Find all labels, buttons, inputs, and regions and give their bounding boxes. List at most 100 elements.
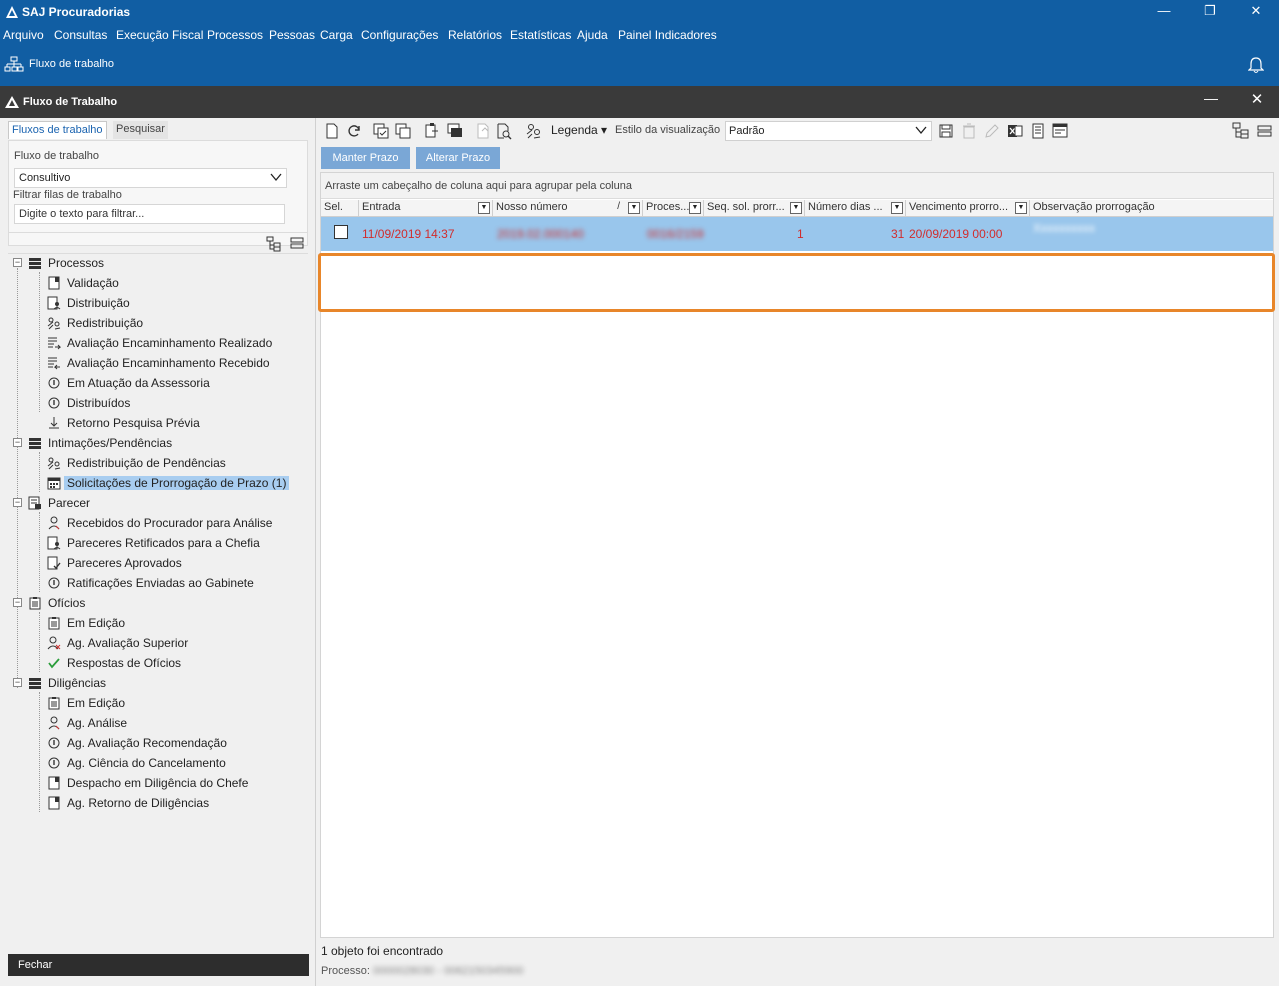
inner-window-title: Fluxo de Trabalho (23, 96, 118, 108)
refresh-icon[interactable] (345, 122, 363, 140)
tree-node-label: Solicitações de Prorrogação de Prazo (1) (64, 476, 290, 490)
copy-icon[interactable] (394, 122, 412, 140)
filter-dropdown-icon[interactable]: ▼ (891, 202, 903, 214)
delete-disabled-icon[interactable] (960, 122, 978, 140)
clipboard-icon (29, 597, 41, 610)
inner-minimize-button[interactable]: — (1198, 90, 1224, 112)
people-swap-icon[interactable] (525, 122, 543, 140)
tree-node-label: Avaliação Encaminhamento Realizado (67, 336, 273, 350)
tree-node-label: Ag. Ciência do Cancelamento (67, 756, 226, 770)
tree-node-label: Avaliação Encaminhamento Recebido (67, 356, 270, 370)
checkmark-icon (48, 658, 60, 669)
maximize-button[interactable]: ❐ (1187, 0, 1233, 24)
excel-export-icon[interactable] (1006, 122, 1024, 140)
menu-carga[interactable]: Carga (320, 28, 353, 42)
alterar-prazo-button[interactable]: Alterar Prazo (416, 147, 500, 169)
filter-dropdown-icon[interactable]: ▼ (478, 202, 490, 214)
right-panel: Legenda ▾ Estilo da visualização Padrão … (317, 118, 1279, 986)
tab-pesquisar[interactable]: Pesquisar (113, 121, 168, 139)
menu-relatorios[interactable]: Relatórios (448, 28, 502, 42)
person-icon (48, 516, 60, 530)
column-header-entrada[interactable]: Entrada ▼ (359, 200, 493, 217)
column-header-processo[interactable]: Proces... ▼ (643, 200, 704, 217)
column-header-sel[interactable]: Sel. (321, 200, 359, 217)
duplicate-icon[interactable] (423, 122, 441, 140)
collapse-toggle[interactable]: − (13, 258, 22, 267)
tree-node-label: Retorno Pesquisa Prévia (67, 416, 200, 430)
collapse-tree-icon[interactable] (290, 236, 304, 250)
cell-numero-dias: 31 (891, 227, 905, 241)
column-header-vencimento[interactable]: Vencimento prorro... ▼ (906, 200, 1030, 217)
save-icon[interactable] (937, 122, 955, 140)
tree-node-label: Ag. Avaliação Superior (67, 636, 189, 650)
column-header-observacao[interactable]: Observação prorrogação (1030, 200, 1273, 217)
calendar-icon (47, 477, 61, 490)
report-icon[interactable] (1029, 122, 1047, 140)
menu-execucao-fiscal[interactable]: Execução Fiscal (116, 28, 203, 42)
style-select-value: Padrão (729, 125, 765, 137)
legend-dropdown[interactable]: Legenda ▾ (551, 123, 607, 137)
menu-pessoas[interactable]: Pessoas (269, 28, 315, 42)
tab-fluxos[interactable]: Fluxos de trabalho (8, 121, 107, 139)
chevron-down-icon (915, 126, 927, 135)
workflow-icon[interactable] (4, 56, 24, 74)
filter-dropdown-icon[interactable]: ▼ (790, 202, 802, 214)
highlighted-empty-row[interactable] (318, 253, 1275, 312)
filter-dropdown-icon[interactable]: ▼ (1015, 202, 1027, 214)
people-swap-icon (47, 317, 61, 330)
column-header-seq[interactable]: Seq. sol. prorr... ▼ (704, 200, 805, 217)
filter-dropdown-icon[interactable]: ▼ (628, 202, 640, 214)
new-document-icon[interactable] (323, 122, 341, 140)
column-header-nosso-numero[interactable]: Nosso número / ▼ (493, 200, 643, 217)
tree-node-label: Parecer (48, 496, 91, 510)
manter-prazo-button[interactable]: Manter Prazo (321, 147, 410, 169)
bell-icon[interactable] (1248, 56, 1264, 74)
tree-connector (39, 452, 40, 492)
tree-node-label: Redistribuição (67, 316, 144, 330)
row-checkbox[interactable] (334, 225, 348, 239)
menu-painel-indicadores[interactable]: Painel Indicadores (618, 28, 717, 42)
cell-vencimento: 20/09/2019 00:00 (909, 227, 1003, 241)
workflow-label[interactable]: Fluxo de trabalho (29, 58, 114, 70)
edit-disabled-icon[interactable] (983, 122, 1001, 140)
menu-arquivo[interactable]: Arquivo (3, 28, 44, 42)
chevron-down-icon (270, 173, 282, 182)
cell-observacao: Xxxxxxxxxx (1033, 221, 1096, 235)
style-select[interactable]: Padrão (725, 121, 932, 141)
filter-dropdown-icon[interactable]: ▼ (689, 202, 701, 214)
workflow-select[interactable]: Consultivo (14, 168, 287, 188)
collapse-toggle[interactable]: − (13, 438, 22, 447)
menu-estatisticas[interactable]: Estatísticas (510, 28, 571, 42)
collapse-toggle[interactable]: − (13, 678, 22, 687)
search-document-icon[interactable] (495, 122, 513, 140)
menu-processos[interactable]: Processos (207, 28, 263, 42)
column-header-numero-dias[interactable]: Número dias ... ▼ (805, 200, 906, 217)
filter-input[interactable]: Digite o texto para filtrar... (14, 204, 285, 224)
menu-consultas[interactable]: Consultas (54, 28, 107, 42)
menu-configuracoes[interactable]: Configurações (361, 28, 438, 42)
form-layout-icon[interactable] (1051, 122, 1069, 140)
minimize-button[interactable]: — (1141, 0, 1187, 24)
collapse-tree-icon[interactable] (1256, 122, 1274, 140)
tree-node-label: Processos (48, 256, 105, 270)
fechar-button[interactable]: Fechar (8, 954, 309, 976)
copy-check-icon[interactable] (372, 122, 390, 140)
document-stack-icon[interactable] (446, 122, 464, 140)
inner-close-button[interactable]: ✕ (1244, 90, 1270, 112)
expand-tree-icon[interactable] (266, 236, 282, 252)
table-row[interactable]: 11/09/2019 14:37 2019.02.000140 0016/215… (321, 217, 1273, 251)
document-flag-icon (48, 276, 60, 290)
export-disabled-icon[interactable] (474, 122, 492, 140)
clipboard-icon (48, 697, 60, 710)
collapse-toggle[interactable]: − (13, 598, 22, 607)
info-circle-icon (48, 737, 60, 749)
cell-processo: 0016/2159 (647, 227, 704, 241)
expand-tree-icon[interactable] (1232, 122, 1250, 140)
collapse-toggle[interactable]: − (13, 498, 22, 507)
menu-ajuda[interactable]: Ajuda (577, 28, 608, 42)
tree-connector (17, 268, 18, 688)
close-button[interactable]: ✕ (1233, 0, 1279, 24)
process-value: 0000028030 - 0062150345900 (373, 965, 524, 977)
document-person-icon (47, 296, 61, 310)
info-circle-icon (48, 577, 60, 589)
